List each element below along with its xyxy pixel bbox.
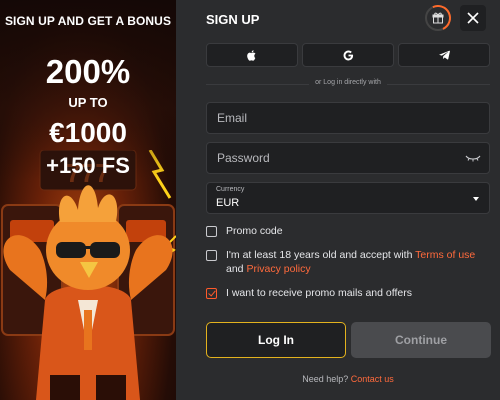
promo-up-to: UP TO [68,95,108,110]
login-button[interactable]: Log In [206,322,346,358]
caret-down-icon [473,197,479,201]
promo-amount: €1000 [49,117,127,148]
age-consent-checkbox[interactable] [206,250,217,261]
divider-text: or Log in directly with [206,79,490,86]
google-login-button[interactable] [302,43,394,67]
continue-button[interactable]: Continue [351,322,491,358]
currency-value: EUR [216,197,240,209]
help-text: Need help? Contact us [302,374,394,384]
promo-free-spins: +150 FS [46,153,130,178]
email-field-wrapper [206,102,490,134]
currency-select[interactable]: Currency EUR [206,182,490,214]
close-icon [467,12,479,24]
apple-icon [247,49,256,61]
telegram-icon [438,50,450,60]
eye-closed-icon[interactable] [465,153,481,163]
google-icon [343,50,353,60]
apple-login-button[interactable] [206,43,298,67]
promo-banner: 777 SIGN UP AND GET A BONUS 200% UP TO €… [0,0,176,400]
age-consent-row: I'm at least 18 years old and accept wit… [206,248,490,276]
phoenix-mascot-illustration: 777 [1,150,176,400]
promo-mails-checkbox[interactable] [206,288,217,299]
telegram-login-button[interactable] [398,43,490,67]
gift-button[interactable] [421,1,455,35]
promo-mails-row[interactable]: I want to receive promo mails and offers [206,286,490,300]
promo-headline: SIGN UP AND GET A BONUS [4,14,172,28]
promo-code-label: Promo code [226,225,283,237]
password-field-wrapper [206,142,490,174]
page-title: SIGN UP [206,12,260,27]
promo-percent: 200% [45,53,131,90]
promo-code-checkbox[interactable] [206,226,217,237]
password-input[interactable] [207,143,489,173]
promo-code-row[interactable]: Promo code [206,224,490,238]
privacy-link[interactable]: Privacy policy [246,263,310,275]
contact-us-link[interactable]: Contact us [351,374,394,384]
age-consent-label: I'm at least 18 years old and accept wit… [226,249,476,275]
currency-label: Currency [216,186,245,193]
close-button[interactable] [460,5,486,31]
email-input[interactable] [207,103,489,133]
promo-mails-label: I want to receive promo mails and offers [226,287,412,299]
signup-panel: SIGN UP or Log in directly with Email Cu… [176,0,500,400]
terms-link[interactable]: Terms of use [415,249,475,261]
